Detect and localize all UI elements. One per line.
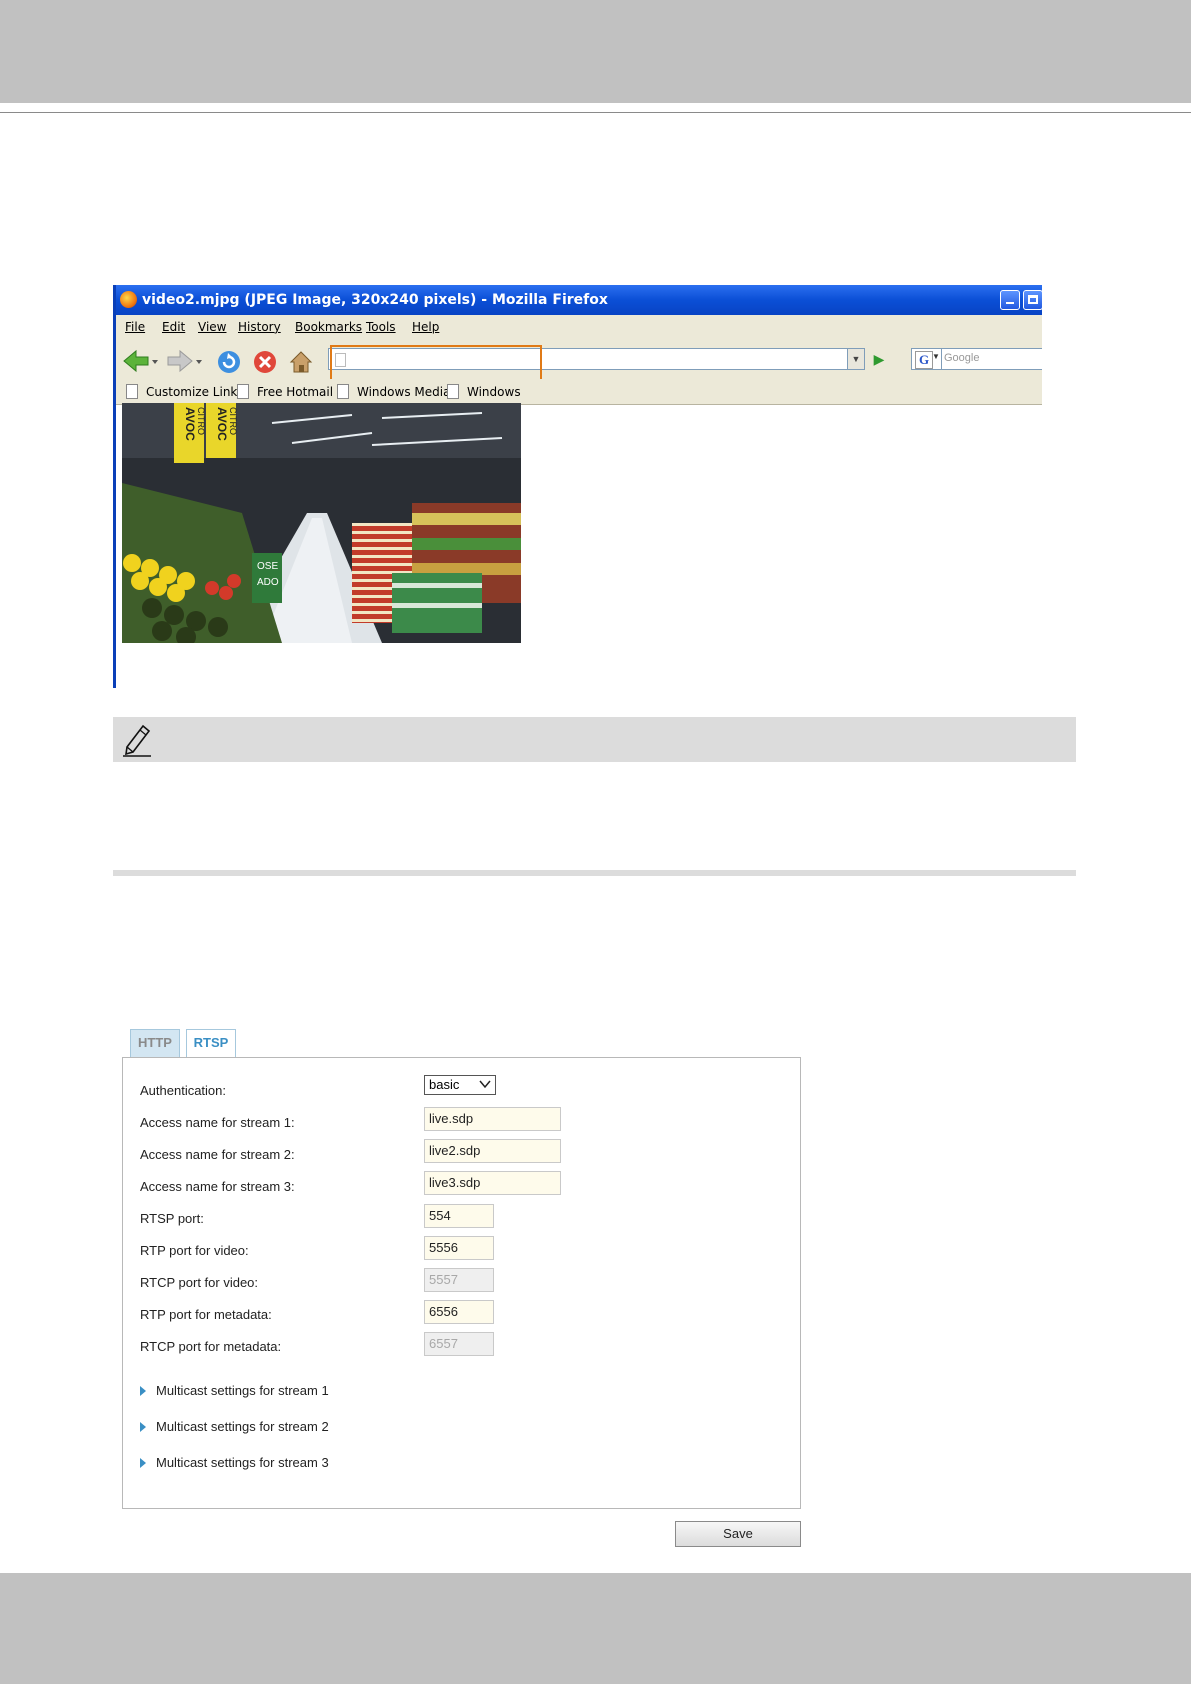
stream3-label: Access name for stream 3: <box>140 1179 295 1194</box>
search-box[interactable]: G ▼ Google <box>911 348 1042 370</box>
menu-bookmarks[interactable]: Bookmarks <box>295 320 362 334</box>
stream2-access-name-input[interactable]: live2.sdp <box>424 1139 561 1163</box>
rtcp-video-label: RTCP port for video: <box>140 1275 259 1290</box>
banner-text-1: AVOC <box>183 407 197 441</box>
menu-history[interactable]: History <box>238 320 281 334</box>
stream1-access-name-input[interactable]: live.sdp <box>424 1107 561 1131</box>
stand-sign-1: OSE <box>257 561 278 572</box>
address-bar-highlight <box>330 345 542 382</box>
bookmark-windows-media[interactable]: Windows Media <box>337 384 450 399</box>
rtcp-metadata-port-field: 6557 <box>424 1332 494 1356</box>
menu-bar: File Edit View History Bookmarks Tools H… <box>116 315 1042 340</box>
page-icon <box>337 384 349 399</box>
back-icon[interactable] <box>122 349 158 373</box>
expand-arrow-icon <box>140 1386 146 1396</box>
engine-dropdown-icon[interactable]: ▼ <box>932 352 940 361</box>
expand-arrow-icon <box>140 1422 146 1432</box>
stream2-label: Access name for stream 2: <box>140 1147 295 1162</box>
stop-icon[interactable] <box>252 349 278 375</box>
footer-band <box>0 1573 1191 1684</box>
authentication-value: basic <box>429 1077 460 1092</box>
rtsp-port-label: RTSP port: <box>140 1211 204 1226</box>
rtcp-video-port-field: 5557 <box>424 1268 494 1292</box>
rtp-video-label: RTP port for video: <box>140 1243 249 1258</box>
multicast-stream3-toggle[interactable]: Multicast settings for stream 3 <box>140 1455 329 1470</box>
rtsp-port-input[interactable]: 554 <box>424 1204 494 1228</box>
note-bar <box>113 717 1076 762</box>
home-icon[interactable] <box>288 349 314 375</box>
minimize-button[interactable] <box>1000 290 1020 310</box>
multicast-stream2-toggle[interactable]: Multicast settings for stream 2 <box>140 1419 329 1434</box>
menu-view[interactable]: View <box>198 320 226 334</box>
authentication-label: Authentication: <box>140 1083 227 1098</box>
page-icon <box>126 384 138 399</box>
tab-rtsp[interactable]: RTSP <box>186 1029 236 1057</box>
firefox-window: video2.mjpg (JPEG Image, 320x240 pixels)… <box>113 285 1042 688</box>
firefox-logo-icon <box>120 291 137 308</box>
rtcp-metadata-label: RTCP port for metadata: <box>140 1339 282 1354</box>
bookmark-free-hotmail[interactable]: Free Hotmail <box>237 384 333 399</box>
rtp-metadata-port-input[interactable]: 6556 <box>424 1300 494 1324</box>
search-placeholder: Google <box>944 352 980 364</box>
rtp-metadata-label: RTP port for metadata: <box>140 1307 272 1322</box>
stream1-label: Access name for stream 1: <box>140 1115 295 1130</box>
maximize-button[interactable] <box>1023 290 1042 310</box>
pencil-note-icon <box>123 724 151 757</box>
menu-file[interactable]: File <box>125 320 145 334</box>
window-title: video2.mjpg (JPEG Image, 320x240 pixels)… <box>142 292 608 308</box>
stand-sign-2: ADO <box>257 577 279 588</box>
chevron-down-icon <box>479 1080 491 1089</box>
menu-edit[interactable]: Edit <box>162 320 185 334</box>
save-button[interactable]: Save <box>675 1521 801 1547</box>
google-icon: G <box>915 351 933 369</box>
tab-http[interactable]: HTTP <box>130 1029 180 1057</box>
header-band <box>0 0 1191 103</box>
go-icon[interactable]: ▶ <box>868 348 890 370</box>
page-icon <box>237 384 249 399</box>
stream3-access-name-input[interactable]: live3.sdp <box>424 1171 561 1195</box>
video-frame-image: OSE ADO AVOC CITRO AVOC CITRO <box>122 403 521 643</box>
banner-text-3: AVOC <box>215 407 229 441</box>
multicast-stream1-toggle[interactable]: Multicast settings for stream 1 <box>140 1383 329 1398</box>
banner-text-2: CITRO <box>196 407 206 435</box>
forward-icon[interactable] <box>166 349 202 373</box>
page-icon <box>447 384 459 399</box>
bookmark-windows[interactable]: Windows <box>447 384 521 399</box>
address-dropdown-button[interactable]: ▼ <box>847 348 865 370</box>
window-title-bar: video2.mjpg (JPEG Image, 320x240 pixels)… <box>116 285 1042 315</box>
header-rule <box>0 112 1191 113</box>
reload-icon[interactable] <box>216 349 242 375</box>
authentication-select[interactable]: basic <box>424 1075 496 1095</box>
rtp-video-port-input[interactable]: 5556 <box>424 1236 494 1260</box>
bookmarks-toolbar: Customize Links Free Hotmail Windows Med… <box>116 379 1042 405</box>
menu-tools[interactable]: Tools <box>366 320 396 334</box>
bookmark-customize-links[interactable]: Customize Links <box>126 384 244 399</box>
section-divider <box>113 870 1076 876</box>
expand-arrow-icon <box>140 1458 146 1468</box>
banner-text-4: CITRO <box>228 407 238 435</box>
menu-help[interactable]: Help <box>412 320 439 334</box>
